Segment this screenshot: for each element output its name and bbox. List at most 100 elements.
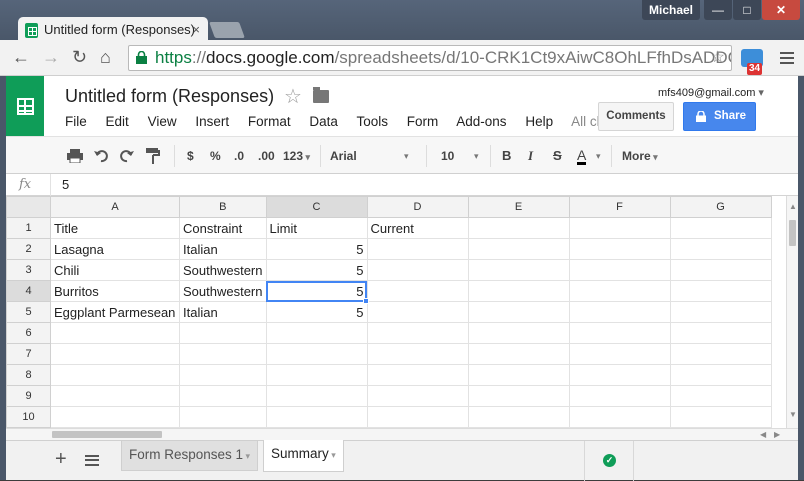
cell-d5[interactable] bbox=[366, 301, 469, 323]
decrease-decimal-button[interactable]: .0 bbox=[234, 148, 244, 164]
cell-g9[interactable] bbox=[669, 385, 772, 407]
row-header[interactable]: 9 bbox=[6, 385, 51, 407]
cell-a1[interactable]: Title bbox=[50, 217, 180, 239]
cell-c10[interactable] bbox=[265, 406, 368, 428]
sheets-logo-icon[interactable] bbox=[6, 76, 44, 136]
cell-a8[interactable] bbox=[50, 364, 180, 386]
scroll-left-icon[interactable]: ◀ bbox=[760, 430, 766, 439]
cell-g5[interactable] bbox=[669, 301, 772, 323]
row-header[interactable]: 6 bbox=[6, 322, 51, 344]
column-header-a[interactable]: A bbox=[50, 196, 180, 218]
menu-view[interactable]: View bbox=[148, 114, 177, 129]
scroll-up-icon[interactable]: ▲ bbox=[789, 202, 797, 211]
close-window-button[interactable]: ✕ bbox=[762, 0, 800, 20]
cell-f2[interactable] bbox=[568, 238, 671, 260]
cell-d2[interactable] bbox=[366, 238, 469, 260]
home-icon[interactable]: ⌂ bbox=[100, 47, 111, 67]
forward-arrow-icon[interactable]: → bbox=[42, 47, 60, 67]
cell-g8[interactable] bbox=[669, 364, 772, 386]
cell-g10[interactable] bbox=[669, 406, 772, 428]
share-button[interactable]: Share bbox=[683, 102, 756, 131]
cell-f8[interactable] bbox=[568, 364, 671, 386]
cell-f9[interactable] bbox=[568, 385, 671, 407]
account-email[interactable]: mfs409@gmail.com bbox=[658, 86, 764, 99]
column-header-c[interactable]: C bbox=[265, 196, 368, 218]
font-size-select[interactable]: 10 bbox=[441, 148, 454, 164]
font-family-dropdown-icon[interactable]: ▾ bbox=[404, 148, 409, 164]
cell-f4[interactable] bbox=[568, 280, 671, 302]
cell-g3[interactable] bbox=[669, 259, 772, 281]
cell-b5[interactable]: Italian bbox=[179, 301, 267, 323]
font-size-dropdown-icon[interactable]: ▾ bbox=[474, 148, 479, 164]
all-sheets-list-icon[interactable] bbox=[85, 455, 99, 466]
more-formats-dropdown[interactable]: 123 bbox=[283, 148, 310, 165]
cell-a9[interactable] bbox=[50, 385, 180, 407]
menu-format[interactable]: Format bbox=[248, 114, 291, 129]
italic-button[interactable]: I bbox=[528, 148, 533, 164]
cell-e10[interactable] bbox=[467, 406, 570, 428]
bold-button[interactable]: B bbox=[502, 148, 511, 164]
horizontal-scroll-thumb[interactable] bbox=[52, 431, 162, 438]
comments-button[interactable]: Comments bbox=[598, 102, 674, 131]
menu-form[interactable]: Form bbox=[407, 114, 439, 129]
cell-c6[interactable] bbox=[265, 322, 368, 344]
column-header-d[interactable]: D bbox=[366, 196, 469, 218]
cell-e3[interactable] bbox=[467, 259, 570, 281]
cell-f10[interactable] bbox=[568, 406, 671, 428]
cell-a3[interactable]: Chili bbox=[50, 259, 180, 281]
cell-c5[interactable]: 5 bbox=[265, 301, 368, 323]
cell-a4[interactable]: Burritos bbox=[50, 280, 180, 302]
row-header[interactable]: 5 bbox=[6, 301, 51, 323]
document-title[interactable]: Untitled form (Responses) bbox=[65, 86, 274, 107]
cell-a2[interactable]: Lasagna bbox=[50, 238, 180, 260]
paint-format-icon[interactable] bbox=[146, 148, 160, 164]
cell-c4[interactable]: 5 bbox=[265, 280, 368, 302]
cell-c7[interactable] bbox=[265, 343, 368, 365]
vertical-scrollbar[interactable]: ▲ ▼ bbox=[786, 196, 798, 428]
cell-c2[interactable]: 5 bbox=[265, 238, 368, 260]
cell-e8[interactable] bbox=[467, 364, 570, 386]
sheet-tab-summary[interactable]: Summary bbox=[263, 440, 344, 472]
cell-b9[interactable] bbox=[179, 385, 267, 407]
cell-g6[interactable] bbox=[669, 322, 772, 344]
row-header[interactable]: 7 bbox=[6, 343, 51, 365]
select-all-corner[interactable] bbox=[6, 196, 51, 218]
cell-c9[interactable] bbox=[265, 385, 368, 407]
row-header[interactable]: 1 bbox=[6, 217, 51, 239]
cell-d8[interactable] bbox=[366, 364, 469, 386]
cell-g1[interactable] bbox=[669, 217, 772, 239]
cell-e7[interactable] bbox=[467, 343, 570, 365]
cell-b10[interactable] bbox=[179, 406, 267, 428]
cell-e9[interactable] bbox=[467, 385, 570, 407]
cell-d6[interactable] bbox=[366, 322, 469, 344]
cell-a5[interactable]: Eggplant Parmesean bbox=[50, 301, 180, 323]
cell-d7[interactable] bbox=[366, 343, 469, 365]
font-family-select[interactable]: Arial bbox=[330, 148, 357, 164]
cell-b4[interactable]: Southwestern bbox=[179, 280, 267, 302]
cell-g4[interactable] bbox=[669, 280, 772, 302]
text-color-button[interactable]: A bbox=[577, 148, 587, 165]
cell-b2[interactable]: Italian bbox=[179, 238, 267, 260]
cell-f7[interactable] bbox=[568, 343, 671, 365]
cell-d9[interactable] bbox=[366, 385, 469, 407]
cell-b6[interactable] bbox=[179, 322, 267, 344]
chrome-user-badge[interactable]: Michael bbox=[642, 0, 700, 20]
address-bar[interactable]: https://docs.google.com/spreadsheets/d/1… bbox=[128, 45, 732, 71]
menu-data[interactable]: Data bbox=[309, 114, 338, 129]
cell-b1[interactable]: Constraint bbox=[179, 217, 267, 239]
cell-e1[interactable] bbox=[467, 217, 570, 239]
maximize-button[interactable]: □ bbox=[733, 0, 761, 20]
cell-g7[interactable] bbox=[669, 343, 772, 365]
menu-addons[interactable]: Add-ons bbox=[456, 114, 506, 129]
row-header[interactable]: 4 bbox=[6, 280, 51, 302]
row-header[interactable]: 8 bbox=[6, 364, 51, 386]
menu-edit[interactable]: Edit bbox=[106, 114, 129, 129]
formula-input[interactable]: 5 bbox=[62, 177, 69, 192]
cell-f5[interactable] bbox=[568, 301, 671, 323]
column-header-b[interactable]: B bbox=[179, 196, 267, 218]
column-header-e[interactable]: E bbox=[467, 196, 570, 218]
cell-f3[interactable] bbox=[568, 259, 671, 281]
cell-b7[interactable] bbox=[179, 343, 267, 365]
fill-handle[interactable] bbox=[363, 297, 369, 304]
add-sheet-icon[interactable]: + bbox=[55, 449, 67, 469]
